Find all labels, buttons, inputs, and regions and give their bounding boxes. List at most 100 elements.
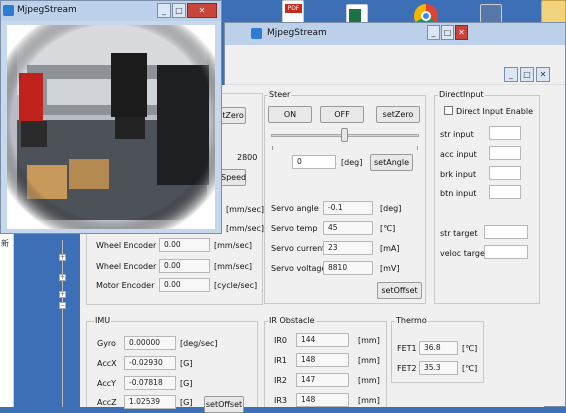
video-icon — [3, 5, 14, 16]
encoder-label: Wheel Encoder RL — [96, 241, 169, 250]
encoder-unit: [mm/sec] — [214, 262, 253, 271]
imu-value: -0.07818 — [124, 376, 176, 390]
ir-value: 147 — [296, 373, 349, 387]
main-titlebar: MjpegStream _ □ ✕ — [225, 23, 565, 45]
steer-on-button[interactable]: ON — [268, 106, 312, 123]
thermo-unit: [℃] — [462, 364, 478, 373]
ir-unit: [mm] — [358, 356, 380, 365]
camera-feed-image — [7, 25, 215, 229]
camera-close-button[interactable]: ✕ — [187, 3, 217, 18]
direct-input-checkbox-label: Direct Input Enable — [456, 107, 534, 116]
ir-label: IR2 — [274, 376, 288, 385]
sidebar-text: 新 — [1, 239, 9, 248]
servo-unit: [mV] — [380, 264, 400, 273]
slider-ticks — [272, 146, 418, 150]
tree-expander[interactable]: − — [59, 302, 66, 309]
btn-input-field[interactable] — [489, 185, 521, 199]
minimize-button[interactable]: _ — [427, 25, 440, 40]
inner-maximize-button[interactable]: □ — [520, 67, 534, 82]
servo-unit: [deg] — [380, 204, 402, 213]
ir-unit: [mm] — [358, 336, 380, 345]
partial-value: 2800 — [237, 153, 258, 162]
pdf-badge: PDF — [285, 4, 302, 13]
imu-unit: [G] — [180, 379, 193, 388]
encoder-unit: [mm/sec] — [214, 241, 253, 250]
set-angle-button[interactable]: setAngle — [370, 154, 413, 171]
camera-view — [7, 25, 215, 229]
camera-maximize-button[interactable]: □ — [172, 3, 186, 18]
imu-label: AccZ — [97, 398, 117, 407]
servo-value: 45 — [323, 221, 373, 235]
servo-label: Servo voltage — [271, 264, 327, 273]
partial-setzero-button[interactable]: tZero — [220, 107, 246, 124]
steer-setzero-button[interactable]: setZero — [376, 106, 420, 123]
thermo-label: FET2 — [397, 364, 417, 373]
acc-input-field[interactable] — [489, 146, 521, 160]
direct-input-title: DirectInput — [438, 90, 485, 99]
direct-target-label: veloc target — [440, 249, 489, 258]
imu-value: -0.02930 — [124, 356, 176, 370]
direct-input-label: brk input — [440, 170, 477, 179]
inner-minimize-button[interactable]: _ — [504, 67, 518, 82]
tree-line — [62, 240, 63, 407]
inner-close-button[interactable]: ✕ — [536, 67, 550, 82]
servo-unit: [℃] — [380, 224, 396, 233]
encoder-label: Motor Encoder — [96, 281, 155, 290]
ir-title: IR Obstacle — [268, 316, 316, 325]
encoder-value: 0.00 — [159, 278, 210, 292]
window-title: MjpegStream — [267, 28, 327, 38]
camera-window-title: MjpegStream — [17, 5, 77, 15]
direct-input-label: str input — [440, 130, 474, 139]
steer-off-button[interactable]: OFF — [320, 106, 364, 123]
tree-expander[interactable]: + — [59, 291, 66, 298]
partial-speed-button[interactable]: Speed — [220, 169, 246, 186]
steer-slider-thumb[interactable] — [341, 128, 348, 142]
camera-minimize-button[interactable]: _ — [157, 3, 171, 18]
imu-unit: [G] — [180, 398, 193, 407]
imu-unit: [deg/sec] — [180, 339, 218, 348]
servo-label: Servo angle — [271, 204, 319, 213]
ir-unit: [mm] — [358, 376, 380, 385]
str-input-field[interactable] — [489, 126, 521, 140]
ir-unit: [mm] — [358, 396, 380, 405]
direct-target-label: str target — [440, 229, 478, 238]
pdf-file-icon[interactable]: PDF — [282, 0, 304, 24]
veloc-target-field[interactable] — [484, 245, 528, 259]
encoder-unit: [cycle/sec] — [214, 281, 258, 290]
servo-value: 8810 — [323, 261, 373, 275]
direct-input-checkbox[interactable] — [444, 106, 453, 115]
thermo-label: FET1 — [397, 344, 417, 353]
encoder-value: 0.00 — [159, 238, 210, 252]
encoder-value: 0.00 — [159, 259, 210, 273]
brk-input-field[interactable] — [489, 166, 521, 180]
tree-expander[interactable]: + — [59, 274, 66, 281]
servo-label: Servo current — [271, 244, 326, 253]
thermo-value: 35.3 — [419, 361, 458, 375]
video-icon — [251, 28, 262, 39]
imu-title: IMU — [94, 316, 112, 325]
maximize-button[interactable]: □ — [441, 25, 454, 40]
steer-angle-unit: [deg] — [341, 158, 363, 167]
imu-setoffset-button[interactable]: setOffset — [204, 396, 244, 413]
ir-label: IR0 — [274, 336, 288, 345]
ir-label: IR1 — [274, 356, 288, 365]
imu-label: AccX — [97, 359, 117, 368]
encoder-unit: [mm/sec] — [226, 224, 265, 233]
imu-label: Gyro — [97, 339, 116, 348]
direct-input-label: btn input — [440, 189, 477, 198]
servo-setoffset-button[interactable]: setOffset — [377, 282, 422, 299]
close-button[interactable]: ✕ — [455, 25, 468, 40]
direct-input-group — [434, 95, 540, 304]
camera-titlebar: MjpegStream _ □ ✕ — [1, 1, 221, 21]
steer-angle-input[interactable]: 0 — [292, 155, 336, 169]
tree-expander[interactable]: + — [59, 254, 66, 261]
camera-window: MjpegStream _ □ ✕ — [0, 0, 222, 234]
imu-unit: [G] — [180, 359, 193, 368]
steer-title: Steer — [268, 90, 292, 99]
inner-titlebar: _ □ ✕ — [225, 45, 565, 85]
direct-input-label: acc input — [440, 150, 477, 159]
ir-value: 144 — [296, 333, 349, 347]
servo-value: -0.1 — [323, 201, 373, 215]
imu-value: 0.00000 — [124, 336, 176, 350]
str-target-field[interactable] — [484, 225, 528, 239]
